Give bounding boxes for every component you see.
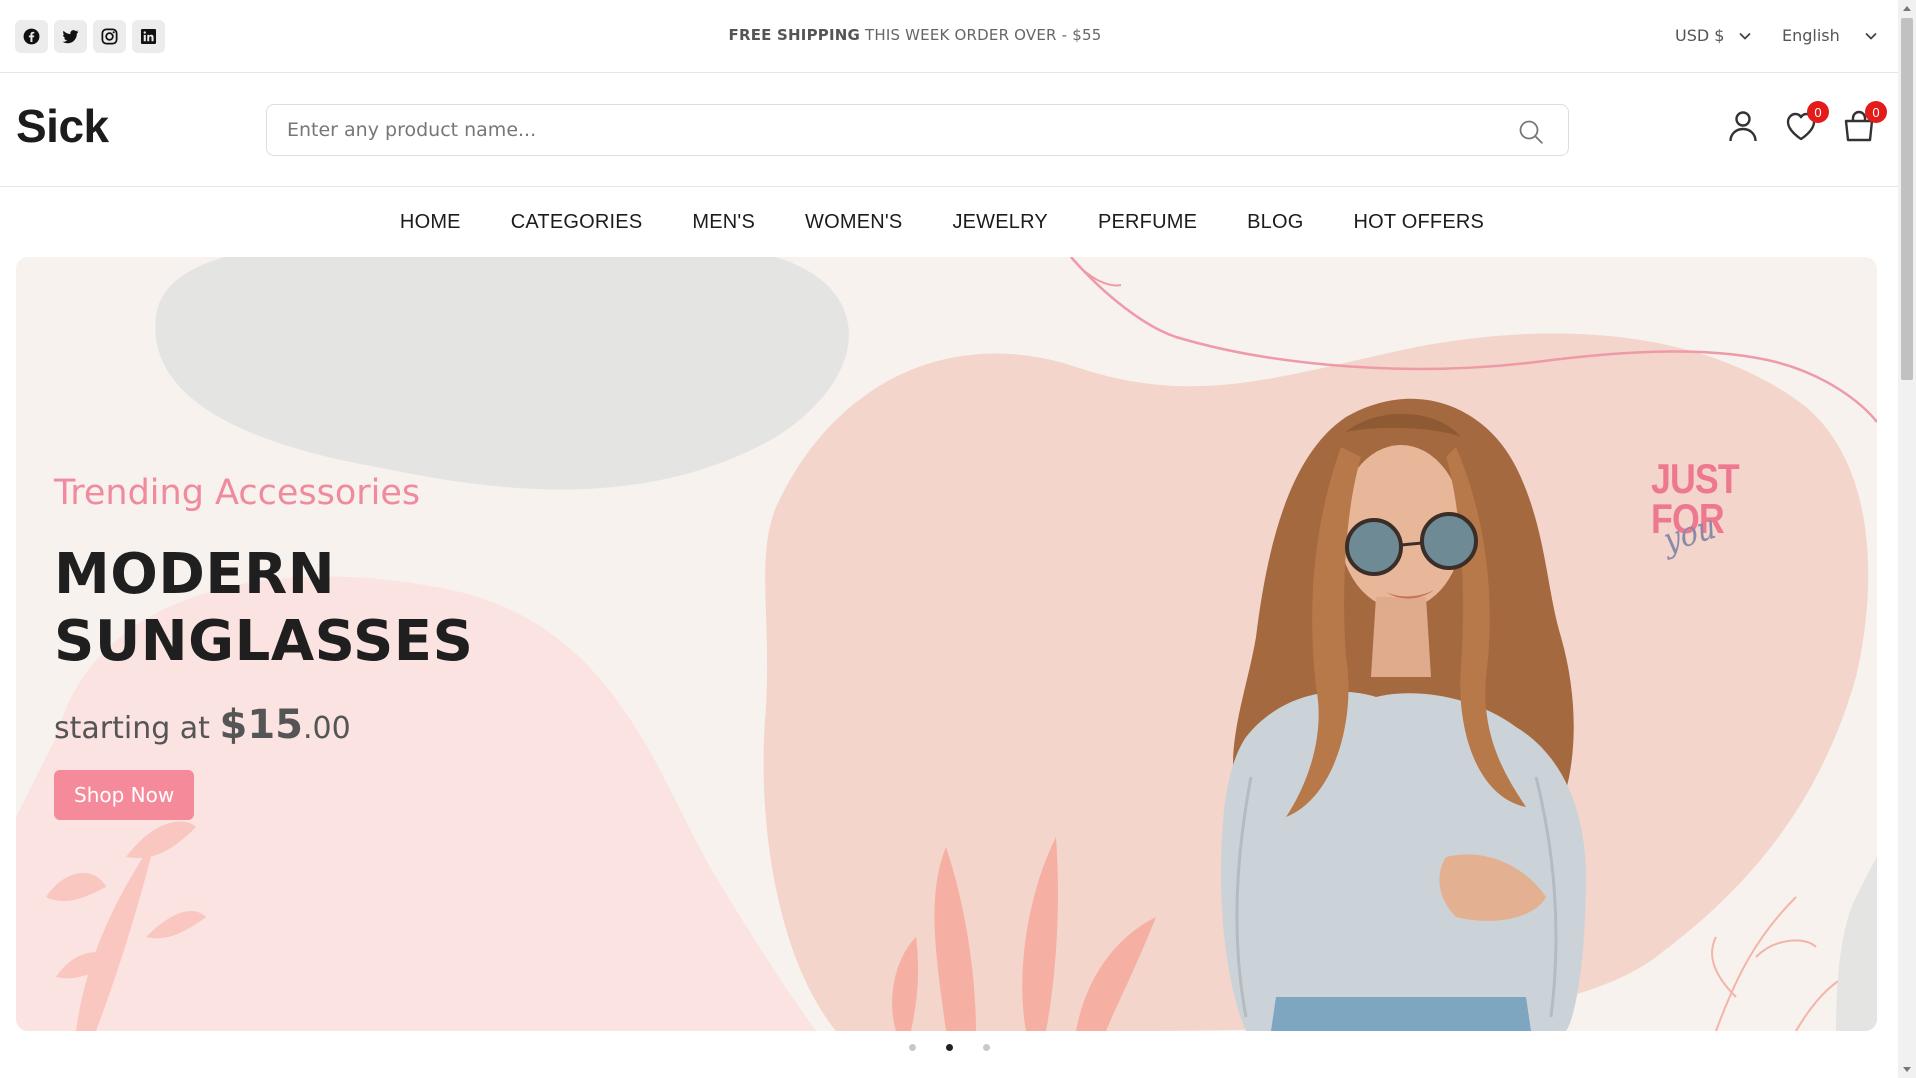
hero-banner: Trending Accessories MODERN SUNGLASSES s…: [16, 257, 1877, 1031]
nav-blog[interactable]: BLOG: [1222, 188, 1328, 256]
user-icon: [1729, 111, 1757, 142]
price-prefix: starting at: [54, 711, 220, 746]
cart-count-badge: 0: [1865, 101, 1887, 123]
shipping-text: THIS WEEK ORDER OVER - $55: [860, 26, 1102, 44]
slider-dot-3[interactable]: [982, 1044, 990, 1051]
just-for-you-graphic: JUST FOR you: [1651, 455, 1740, 562]
slider-dot-2[interactable]: [945, 1044, 953, 1051]
scroll-up-arrow-icon[interactable]: [1902, 4, 1912, 14]
language-select[interactable]: English: [1782, 26, 1878, 45]
main-nav: HOME CATEGORIES MEN'S WOMEN'S JEWELRY PE…: [0, 188, 1898, 256]
slider-dot-1[interactable]: [908, 1044, 916, 1051]
slider-pagination: [0, 1044, 1898, 1051]
badge-line: JUST: [1651, 455, 1740, 502]
shipping-bold: FREE SHIPPING: [728, 26, 861, 44]
shop-now-button[interactable]: Shop Now: [54, 770, 195, 820]
hero-price: starting at $15.00: [54, 702, 351, 748]
nav-jewelry[interactable]: JEWELRY: [927, 188, 1073, 256]
nav-home[interactable]: HOME: [375, 188, 486, 256]
language-value: English: [1782, 26, 1840, 45]
price-cents: .00: [302, 711, 351, 746]
currency-value: USD $: [1675, 26, 1725, 45]
wishlist-count-badge: 0: [1807, 101, 1829, 123]
currency-select[interactable]: USD $: [1675, 26, 1752, 45]
nav-perfume[interactable]: PERFUME: [1073, 188, 1222, 256]
site-logo[interactable]: Sick: [16, 99, 109, 153]
top-bar: FREE SHIPPING THIS WEEK ORDER OVER - $55…: [0, 0, 1898, 73]
nav-mens[interactable]: MEN'S: [667, 188, 780, 256]
chevron-down-icon: [1739, 32, 1752, 40]
search-bar: [266, 104, 1569, 156]
search-input[interactable]: [267, 105, 1568, 155]
nav-womens[interactable]: WOMEN'S: [780, 188, 927, 256]
page-scrollbar[interactable]: [1898, 0, 1916, 1078]
scroll-down-arrow-icon[interactable]: [1902, 1064, 1912, 1074]
search-icon[interactable]: [1518, 119, 1544, 145]
chevron-down-icon: [1865, 32, 1877, 40]
cart-button[interactable]: 0: [1841, 101, 1887, 144]
hero-title-line: SUNGLASSES: [54, 609, 474, 674]
nav-hot-offers[interactable]: HOT OFFERS: [1329, 188, 1510, 256]
hero-title: MODERN SUNGLASSES: [54, 541, 654, 675]
main-header: Sick 0 0: [0, 74, 1898, 187]
price-main: $15: [219, 702, 303, 748]
nav-categories[interactable]: CATEGORIES: [486, 188, 668, 256]
hero-subtitle: Trending Accessories: [54, 473, 421, 513]
shipping-banner: FREE SHIPPING THIS WEEK ORDER OVER - $55: [0, 26, 1830, 44]
header-actions: 0 0: [1725, 101, 1887, 144]
scrollbar-thumb[interactable]: [1901, 18, 1913, 380]
wishlist-button[interactable]: 0: [1783, 101, 1829, 144]
hero-title-line: MODERN: [54, 542, 336, 607]
account-button[interactable]: [1725, 108, 1761, 144]
